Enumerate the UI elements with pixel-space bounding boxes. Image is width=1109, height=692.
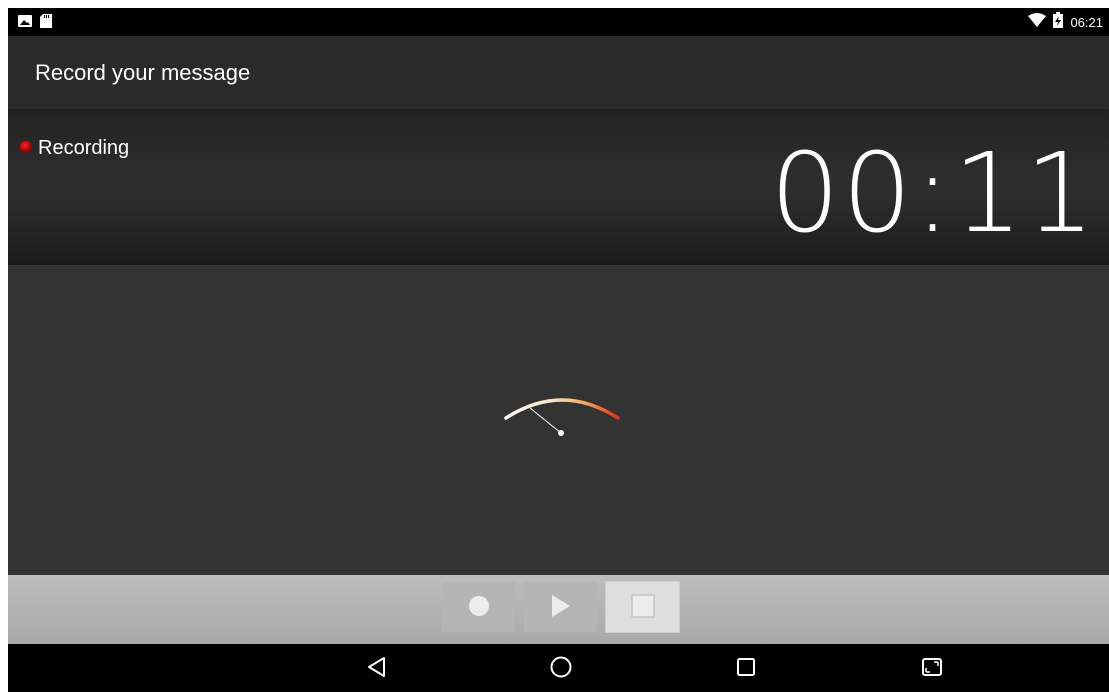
stop-button[interactable]: [606, 582, 679, 632]
wifi-icon: [1028, 12, 1047, 32]
screen: 06:21 Record your message Recording 00:1…: [8, 8, 1109, 692]
vu-meter-needle: [529, 407, 562, 434]
play-button[interactable]: [524, 582, 597, 632]
play-icon: [551, 594, 570, 620]
home-icon: [549, 655, 573, 684]
timer-panel: Recording 00:11: [8, 110, 1109, 266]
elapsed-time: 00:11: [769, 129, 1097, 257]
status-bar: 06:21: [8, 8, 1109, 36]
status-clock: 06:21: [1070, 14, 1103, 30]
record-button[interactable]: [442, 582, 515, 632]
recording-state-label: Recording: [38, 137, 130, 159]
screenshot-button[interactable]: [919, 656, 945, 682]
recording-indicator-icon: [20, 141, 32, 153]
screenshot-icon: [921, 656, 943, 683]
vu-meter: [498, 388, 628, 453]
sd-card-icon: [40, 14, 52, 33]
back-icon: [366, 656, 386, 683]
gallery-icon: [18, 14, 32, 33]
vu-meter-pivot: [558, 430, 564, 436]
back-button[interactable]: [363, 656, 389, 682]
control-bar: [8, 575, 1109, 644]
stop-icon: [630, 593, 655, 621]
record-icon: [468, 595, 490, 620]
page-title: Record your message: [35, 60, 251, 85]
status-left-icons: [18, 14, 52, 33]
home-button[interactable]: [548, 656, 574, 682]
recents-icon: [736, 657, 756, 682]
status-right-icons: 06:21: [1028, 8, 1103, 36]
recents-button[interactable]: [733, 656, 759, 682]
vu-meter-scale: [504, 398, 620, 420]
navigation-bar: [8, 644, 1109, 692]
battery-charging-icon: [1052, 11, 1064, 33]
action-bar: Record your message: [8, 36, 1109, 109]
